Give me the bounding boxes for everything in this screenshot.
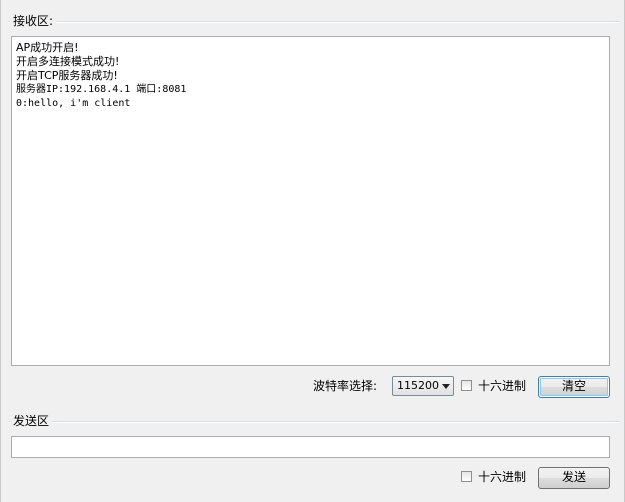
hex-send-checkbox[interactable]: 十六进制 [461, 469, 531, 485]
clear-button[interactable]: 清空 [538, 376, 610, 398]
receive-line-4: 服务器IP:192.168.4.1 端口:8081 [16, 84, 187, 95]
hex-send-checkbox-box[interactable] [461, 471, 472, 482]
baud-rate-label: 波特率选择: [313, 379, 378, 393]
receive-line-1: AP成功开启! [16, 41, 79, 54]
receive-line-5: 0:hello, i'm client [16, 98, 131, 109]
receive-group-title: 接收区: [10, 14, 57, 28]
send-group-rule [8, 421, 619, 422]
hex-receive-label: 十六进制 [478, 379, 527, 393]
baud-rate-value: 115200 [397, 379, 439, 392]
baud-rate-select[interactable]: 115200 [392, 376, 454, 396]
hex-send-label: 十六进制 [478, 470, 527, 484]
send-group-title: 发送区 [10, 414, 53, 428]
receive-line-3: 开启TCP服务器成功! [16, 69, 118, 82]
chevron-down-icon [442, 384, 450, 389]
receive-text-area[interactable]: AP成功开启! 开启多连接模式成功! 开启TCP服务器成功! 服务器IP:192… [11, 36, 610, 366]
hex-receive-checkbox-box[interactable] [461, 380, 472, 391]
send-button[interactable]: 发送 [538, 467, 610, 489]
receive-line-2: 开启多连接模式成功! [16, 55, 120, 68]
receive-group-rule [8, 21, 619, 22]
hex-receive-checkbox[interactable]: 十六进制 [461, 378, 531, 394]
send-input[interactable] [11, 436, 610, 458]
serial-tool-window: 接收区: AP成功开启! 开启多连接模式成功! 开启TCP服务器成功! 服务器I… [0, 0, 625, 502]
window-border-left [0, 0, 1, 502]
